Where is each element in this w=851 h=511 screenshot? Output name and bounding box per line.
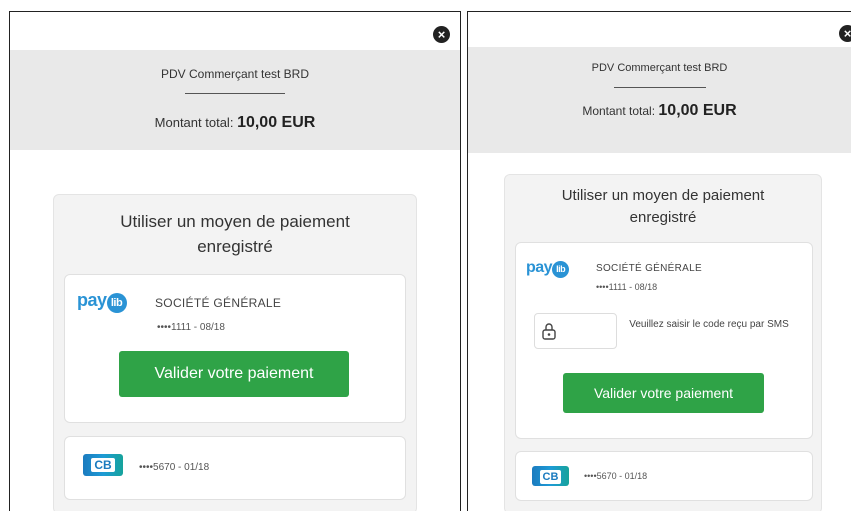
card-number: ••••1111 - 08/18 bbox=[157, 322, 225, 333]
saved-methods-title-line-2: enregistré bbox=[197, 237, 273, 256]
validate-payment-button[interactable]: Valider votre paiement bbox=[563, 373, 764, 413]
bank-name: SOCIÉTÉ GÉNÉRALE bbox=[155, 296, 282, 310]
cb-logo: CB bbox=[83, 454, 123, 476]
paylib-card[interactable]: pay lib SOCIÉTÉ GÉNÉRALE ••••1111 - 08/18… bbox=[515, 242, 813, 439]
total-amount: Montant total: 10,00 EUR bbox=[10, 114, 460, 132]
header-divider bbox=[185, 93, 285, 94]
order-summary-header: PDV Commerçant test BRD Montant total: 1… bbox=[10, 50, 460, 150]
validate-payment-button[interactable]: Valider votre paiement bbox=[119, 351, 349, 397]
card-number: ••••5670 - 01/18 bbox=[139, 462, 210, 473]
saved-methods-title: Utiliser un moyen de paiement enregistré bbox=[505, 185, 821, 229]
close-icon[interactable]: × bbox=[433, 26, 450, 43]
amount-value: 10,00 EUR bbox=[237, 114, 316, 131]
order-summary-header: PDV Commerçant test BRD Montant total: 1… bbox=[468, 47, 851, 153]
paylib-card[interactable]: pay lib SOCIÉTÉ GÉNÉRALE ••••1111 - 08/18… bbox=[64, 274, 406, 423]
paylib-logo-pay: pay bbox=[526, 259, 553, 276]
saved-methods-title-line-2: enregistré bbox=[629, 209, 697, 226]
amount-value: 10,00 EUR bbox=[658, 102, 737, 119]
paylib-logo: pay lib bbox=[77, 290, 127, 313]
paylib-logo-lib: lib bbox=[106, 293, 127, 313]
paylib-logo-lib: lib bbox=[552, 261, 570, 278]
close-icon[interactable]: × bbox=[839, 25, 851, 42]
bank-name: SOCIÉTÉ GÉNÉRALE bbox=[596, 263, 702, 274]
cb-logo: CB bbox=[532, 466, 569, 486]
cb-card[interactable]: CB ••••5670 - 01/18 bbox=[64, 436, 406, 500]
card-number: ••••5670 - 01/18 bbox=[584, 471, 648, 481]
sms-hint: Veuillez saisir le code reçu par SMS bbox=[629, 319, 789, 330]
card-number: ••••1111 - 08/18 bbox=[596, 282, 658, 292]
header-divider bbox=[613, 87, 706, 88]
amount-label: Montant total: bbox=[582, 104, 656, 118]
cb-logo-text: CB bbox=[91, 458, 115, 472]
paylib-logo: pay lib bbox=[526, 259, 570, 278]
merchant-name: PDV Commerçant test BRD bbox=[160, 67, 310, 81]
saved-payment-methods: Utiliser un moyen de paiement enregistré… bbox=[504, 174, 822, 511]
sms-code-input[interactable] bbox=[534, 313, 617, 349]
payment-popup-right: × PDV Commerçant test BRD Montant total:… bbox=[467, 11, 851, 511]
cb-card[interactable]: CB ••••5670 - 01/18 bbox=[515, 451, 813, 501]
merchant-name: PDV Commerçant test BRD bbox=[591, 62, 728, 74]
saved-methods-title: Utiliser un moyen de paiement enregistré bbox=[54, 209, 416, 259]
lock-icon bbox=[542, 323, 556, 340]
saved-methods-title-line-1: Utiliser un moyen de paiement bbox=[561, 187, 765, 204]
payment-popup-left: × PDV Commerçant test BRD Montant total:… bbox=[9, 11, 461, 511]
amount-label: Montant total: bbox=[154, 115, 234, 130]
total-amount: Montant total: 10,00 EUR bbox=[468, 102, 851, 120]
cb-logo-text: CB bbox=[539, 470, 562, 484]
saved-methods-title-line-1: Utiliser un moyen de paiement bbox=[120, 212, 350, 231]
saved-payment-methods: Utiliser un moyen de paiement enregistré… bbox=[53, 194, 417, 511]
paylib-logo-pay: pay bbox=[77, 290, 107, 310]
